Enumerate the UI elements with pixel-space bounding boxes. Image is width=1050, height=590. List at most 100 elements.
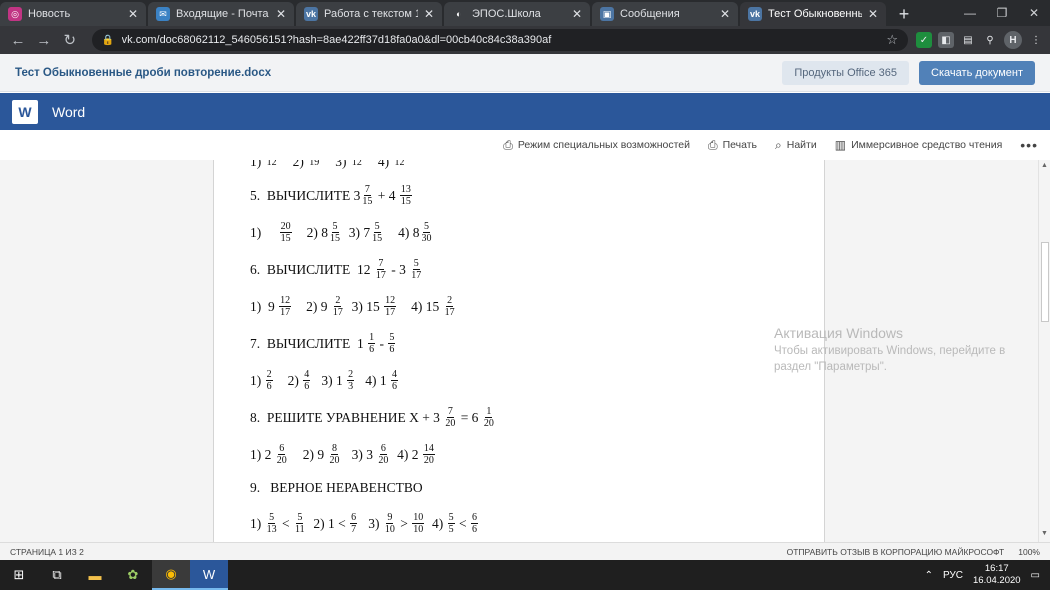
fraction: 1 20 [483, 406, 495, 429]
numerator: 6 [350, 512, 358, 524]
file-explorer-icon[interactable]: ▬ [76, 560, 114, 590]
print-button[interactable]: ⎙ Печать [708, 138, 757, 153]
close-tab-icon[interactable]: ✕ [572, 7, 582, 21]
denominator: 6 [369, 344, 375, 355]
text-run: 4) [377, 160, 393, 169]
text-run: 3) [358, 515, 383, 531]
denominator: 6 [472, 524, 477, 535]
watermark-title: Активация Windows [774, 325, 904, 341]
scroll-thumb[interactable] [1041, 242, 1049, 322]
close-window-icon[interactable]: ✕ [1018, 6, 1050, 20]
text-run: < [278, 515, 293, 531]
more-options-icon[interactable]: ••• [1020, 137, 1038, 153]
fraction: 12 [266, 160, 278, 168]
word-taskbar-icon[interactable]: W [190, 560, 228, 590]
office-products-button[interactable]: Продукты Office 365 [782, 60, 910, 85]
fraction: 7 20 [444, 406, 456, 429]
vertical-scrollbar[interactable]: ▲ ▼ [1038, 160, 1050, 542]
close-tab-icon[interactable]: ✕ [868, 7, 878, 21]
close-tab-icon[interactable]: ✕ [276, 7, 286, 21]
fraction: 5 15 [371, 221, 383, 244]
mouse-extension-icon[interactable]: ⚲ [982, 32, 998, 48]
browser-tab[interactable]: ◐ ЭПОС.Школа ✕ [444, 2, 590, 26]
document-line: 9. ВЕРНОЕ НЕРАВЕНСТВО [250, 480, 423, 496]
windows-taskbar: ⊞ ⧉ ▬ ✿ ◉ W ⌃ РУС 16:17 16.04.2020 ▭ [0, 560, 1050, 590]
denominator: 17 [411, 270, 422, 281]
text-run: = 6 [457, 409, 482, 425]
notifications-icon[interactable]: ▭ [1031, 570, 1040, 581]
new-tab-button[interactable]: + [892, 2, 916, 26]
fraction: 12 [394, 160, 406, 168]
fraction: 10 10 [412, 512, 425, 535]
accessibility-mode-button[interactable]: ⎙ Режим специальных возможностей [503, 138, 690, 153]
instagram-icon: ◎ [8, 7, 22, 21]
browser-tab[interactable]: vk Работа с текстом 15.04 ✕ [296, 2, 442, 26]
shield-extension-icon[interactable]: ✓ [916, 32, 932, 48]
bookmark-star-icon[interactable]: ☆ [886, 32, 898, 48]
scroll-down-icon[interactable]: ▼ [1041, 530, 1048, 537]
minimize-icon[interactable]: — [954, 6, 986, 20]
numerator: 2 [446, 295, 454, 307]
forward-icon[interactable]: → [32, 28, 56, 52]
fraction: 8 20 [329, 443, 341, 466]
menu-dots-icon[interactable]: ⋮ [1028, 32, 1044, 48]
clock[interactable]: 16:17 16.04.2020 [973, 563, 1021, 587]
reload-icon[interactable]: ↻ [58, 28, 82, 52]
immersive-reader-button[interactable]: ▥ Иммерсивное средство чтения [835, 138, 1003, 152]
denominator: 20 [276, 455, 287, 466]
text-run: 9. ВЕРНОЕ НЕРАВЕНСТВО [250, 480, 423, 495]
text-run: 4) 1 [355, 372, 390, 388]
text-run: 3) 1 [311, 372, 347, 388]
maximize-icon[interactable]: ❐ [986, 6, 1018, 20]
address-bar[interactable]: 🔒 vk.com/doc68062112_546056151?hash=8ae4… [91, 29, 908, 51]
fraction: 66 [471, 512, 478, 535]
denominator: 20 [483, 418, 494, 429]
close-tab-icon[interactable]: ✕ [128, 7, 138, 21]
browser-tab[interactable]: ▣ Сообщения ✕ [592, 2, 738, 26]
numerator: 13 [399, 184, 412, 196]
scroll-up-icon[interactable]: ▲ [1041, 162, 1048, 169]
chevron-up-icon[interactable]: ⌃ [925, 570, 933, 581]
watermark-line2: раздел "Параметры". [774, 361, 887, 373]
text-run: 8. РЕШИТЕ УРАВНЕНИЕ Х + 3 [250, 409, 444, 425]
reader-label: Иммерсивное средство чтения [851, 139, 1003, 151]
fraction: 5 13 [266, 512, 278, 535]
start-icon[interactable]: ⊞ [0, 560, 38, 590]
numerator: 1 [368, 332, 376, 344]
numerator: 6 [379, 443, 387, 455]
close-tab-icon[interactable]: ✕ [720, 7, 730, 21]
back-icon[interactable]: ← [6, 28, 30, 52]
denominator: 6 [392, 381, 397, 392]
find-button[interactable]: ⌕ Найти [775, 138, 817, 153]
language-indicator[interactable]: РУС [943, 570, 963, 581]
denominator: 30 [421, 233, 432, 244]
download-document-button[interactable]: Скачать документ [919, 60, 1035, 85]
chrome-icon[interactable]: ◉ [152, 560, 190, 590]
zoom-level[interactable]: 100% [1018, 547, 1040, 557]
text-run: 3) 15 [344, 298, 384, 314]
browser-tab[interactable]: vk Тест Обыкновенные д ✕ [740, 2, 886, 26]
numerator: 5 [373, 221, 381, 233]
app-icon[interactable]: ✿ [114, 560, 152, 590]
denominator: 15 [330, 233, 340, 244]
feedback-link[interactable]: ОТПРАВИТЬ ОТЗЫВ В КОРПОРАЦИЮ МАЙКРОСОФТ [787, 547, 1005, 557]
numerator: 6 [278, 443, 286, 455]
browser-tab[interactable]: ✉ Входящие - Почта Mail ✕ [148, 2, 294, 26]
puzzle-extension-icon[interactable]: ▤ [960, 32, 976, 48]
fraction: 5 17 [410, 258, 422, 281]
denominator: 11 [295, 524, 305, 535]
extension-icon[interactable]: ◧ [938, 32, 954, 48]
tab-title: Входящие - Почта Mail [176, 8, 270, 20]
text-run: 1) 2 [250, 446, 275, 462]
numerator: 7 [363, 184, 371, 196]
close-tab-icon[interactable]: ✕ [424, 7, 434, 21]
fraction: 67 [350, 512, 358, 535]
profile-avatar[interactable]: Н [1004, 31, 1022, 49]
vk-icon: vk [304, 7, 318, 21]
browser-tab[interactable]: ◎ Новость ✕ [0, 2, 146, 26]
text-run: 1) [250, 372, 265, 388]
text-run: + 4 [374, 187, 399, 203]
denominator: 15 [280, 233, 291, 244]
task-view-icon[interactable]: ⧉ [38, 560, 76, 590]
fraction: 12 17 [279, 295, 292, 318]
